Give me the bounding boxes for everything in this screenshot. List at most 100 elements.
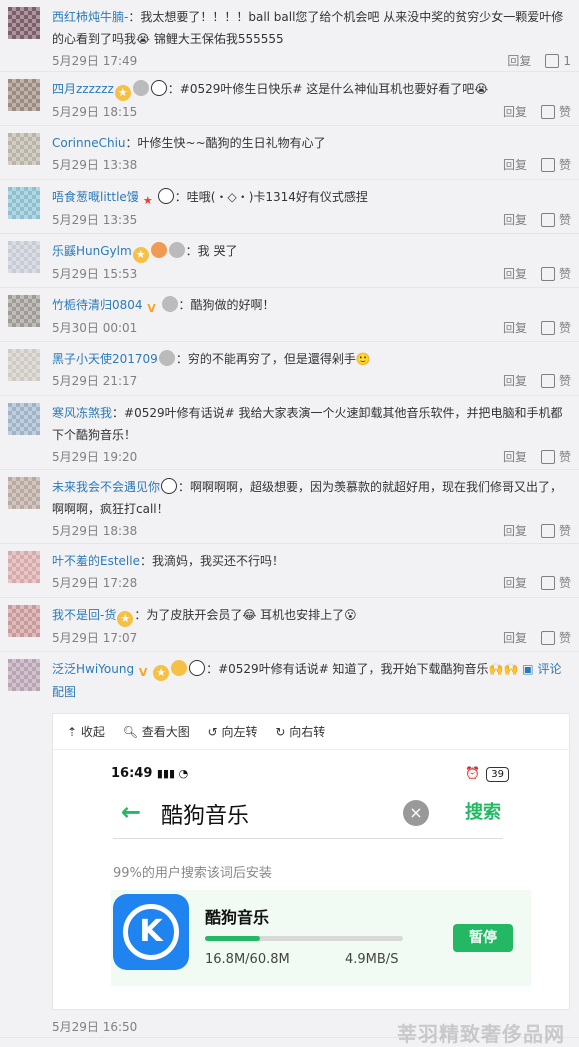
like-button[interactable]: 赞	[540, 524, 571, 538]
reply-button[interactable]: 回复	[503, 450, 527, 464]
avatar[interactable]	[8, 7, 40, 39]
badge-icon: ★	[132, 247, 149, 263]
comment-text: CorinneChiu：叶修生快~~酷狗的生日礼物有心了	[52, 132, 571, 154]
thumbs-up-icon	[540, 374, 555, 388]
comment-body: ：为了皮肤开会员了😂 耳机也安排上了😮	[134, 608, 357, 622]
like-button[interactable]: 赞	[540, 450, 571, 464]
reply-button[interactable]: 回复	[503, 105, 527, 119]
search-input[interactable]: 酷狗音乐	[161, 798, 249, 830]
like-button[interactable]: 赞	[540, 267, 571, 281]
badge-icon: ★	[117, 611, 134, 627]
like-button[interactable]: 1	[545, 54, 571, 68]
comment-image[interactable]: ⇡ 收起 🔍︎ 查看大图 ↺ 向左转 ↻ 向右转 16:49 ▮▮▮ ◔ ⏰ 39…	[52, 713, 570, 1010]
reply-button[interactable]: 回复	[503, 576, 527, 590]
like-button[interactable]: 赞	[540, 576, 571, 590]
panda-icon	[189, 660, 206, 676]
avatar[interactable]	[8, 605, 40, 637]
comment-meta: 5月29日 18:15 回复赞	[52, 101, 571, 123]
comment-time: 5月29日 18:15	[52, 105, 138, 119]
comment-meta: 5月29日 15:53 回复赞	[52, 263, 571, 285]
badge-icon: ★	[114, 85, 131, 101]
avatar[interactable]	[8, 477, 40, 509]
image-icon: ▣	[522, 662, 538, 676]
rotate-left-button[interactable]: ↺ 向左转	[208, 725, 258, 739]
search-hint: 99%的用户搜索该词后安装	[113, 866, 272, 881]
sunglasses-icon	[171, 660, 188, 676]
comment-item: 未来我会不会遇见你 ：啊啊啊啊，超级想要，因为羡慕款的就超好用，现在我们修哥又出了…	[0, 470, 579, 544]
phone-time: 16:49 ▮▮▮ ◔	[111, 766, 189, 781]
comment-user[interactable]: 寒风冻煞我	[52, 406, 112, 420]
like-button[interactable]: 赞	[540, 321, 571, 335]
like-button[interactable]: 赞	[540, 631, 571, 645]
avatar[interactable]	[8, 295, 40, 327]
comment-body: ：我滴妈，我买还不行吗！	[139, 554, 284, 568]
thumbs-up-icon	[545, 54, 560, 68]
collapse-button[interactable]: ⇡ 收起	[67, 725, 105, 739]
comment-body: ：酷狗做的好啊！	[178, 298, 275, 312]
comment-user[interactable]: 唔食葱嘅little馒	[52, 190, 139, 204]
comment-item: 叶不羞的Estelle：我滴妈，我买还不行吗！ 5月29日 17:28 回复赞	[0, 544, 579, 598]
thumbs-up-icon	[540, 631, 555, 645]
reply-button[interactable]: 回复	[503, 213, 527, 227]
avatar[interactable]	[8, 349, 40, 381]
avatar[interactable]	[8, 551, 40, 583]
clear-icon[interactable]: ×	[403, 800, 429, 826]
comment-item: 西红柿炖牛腩-：我太想要了！！！！ball ball您了给个机会吧 从来没中奖的…	[0, 0, 579, 72]
avatar[interactable]	[8, 659, 40, 691]
panda-icon	[161, 478, 178, 494]
comment-user[interactable]: 西红柿炖牛腩-	[52, 10, 128, 24]
comment-text: 叶不羞的Estelle：我滴妈，我买还不行吗！	[52, 550, 571, 572]
reply-button[interactable]: 回复	[503, 524, 527, 538]
panda-icon	[150, 80, 167, 96]
search-button[interactable]: 搜索	[465, 798, 501, 824]
view-large-button[interactable]: 🔍︎ 查看大图	[123, 725, 190, 739]
download-progress-fill	[205, 936, 260, 941]
back-arrow-icon[interactable]: ←	[121, 798, 141, 826]
comment-user[interactable]: 黑子小天使201709	[52, 352, 158, 366]
reply-button[interactable]: 回复	[503, 631, 527, 645]
comment-user[interactable]: CorinneChiu	[52, 136, 126, 150]
comment-user[interactable]: 叶不羞的Estelle	[52, 554, 140, 568]
comment-item: 乐鼷HunGylm ★ ：我 哭了 5月29日 15:53 回复赞	[0, 234, 579, 288]
rotate-right-button[interactable]: ↻ 向右转	[275, 725, 325, 739]
comment-user[interactable]: 我不是回-货	[52, 608, 116, 622]
thumbs-up-icon	[540, 576, 555, 590]
comment-text: 黑子小天使201709 ：穷的不能再穷了，但是還得剁手🙂	[52, 348, 571, 370]
pause-button[interactable]: 暂停	[453, 924, 513, 952]
image-toolbar: ⇡ 收起 🔍︎ 查看大图 ↺ 向左转 ↻ 向右转	[53, 714, 569, 750]
like-button[interactable]: 赞	[540, 105, 571, 119]
comment-text: 我不是回-货 ★ ：为了皮肤开会员了😂 耳机也安排上了😮	[52, 604, 571, 627]
reply-button[interactable]: 回复	[503, 374, 527, 388]
thumbs-up-icon	[540, 321, 555, 335]
comment-user[interactable]: 未来我会不会遇见你	[52, 480, 160, 494]
download-size: 16.8M/60.8M	[205, 952, 290, 967]
comment-body: ：我太想要了！！！！ball ball您了给个机会吧 从来没中奖的贫穷少女一颗爱…	[52, 10, 564, 46]
like-button[interactable]: 赞	[540, 158, 571, 172]
panda-icon	[157, 188, 174, 204]
divider	[113, 838, 503, 839]
thumbs-up-icon	[540, 450, 555, 464]
comment-user[interactable]: 四月zzzzzz	[52, 82, 114, 96]
comment-time: 5月29日 18:38	[52, 524, 138, 538]
reply-button[interactable]: 回复	[503, 267, 527, 281]
comment-text: 未来我会不会遇见你 ：啊啊啊啊，超级想要，因为羡慕款的就超好用，现在我们修哥又出了…	[52, 476, 571, 520]
comment-user[interactable]: 竹栀待清归0804	[52, 298, 143, 312]
avatar[interactable]	[8, 403, 40, 435]
reply-button[interactable]: 回复	[507, 54, 531, 68]
comment-user[interactable]: 乐鼷HunGylm	[52, 244, 132, 258]
like-button[interactable]: 赞	[540, 213, 571, 227]
download-progress	[205, 936, 403, 941]
medal-icon	[161, 296, 178, 312]
comment-item: 寒风冻煞我：#0529叶修有话说# 我给大家表演一个火速卸载其他音乐软件，并把电…	[0, 396, 579, 470]
comment-time: 5月29日 17:28	[52, 576, 138, 590]
comment-user[interactable]: 泛泛HwiYoung	[52, 662, 134, 676]
avatar[interactable]	[8, 241, 40, 273]
avatar[interactable]	[8, 187, 40, 219]
reply-button[interactable]: 回复	[503, 321, 527, 335]
reply-button[interactable]: 回复	[503, 158, 527, 172]
like-button[interactable]: 赞	[540, 374, 571, 388]
avatar[interactable]	[8, 133, 40, 165]
comment-meta: 5月29日 19:20 回复赞	[52, 446, 571, 468]
avatar[interactable]	[8, 79, 40, 111]
comment-time: 5月29日 16:50	[52, 1020, 138, 1034]
